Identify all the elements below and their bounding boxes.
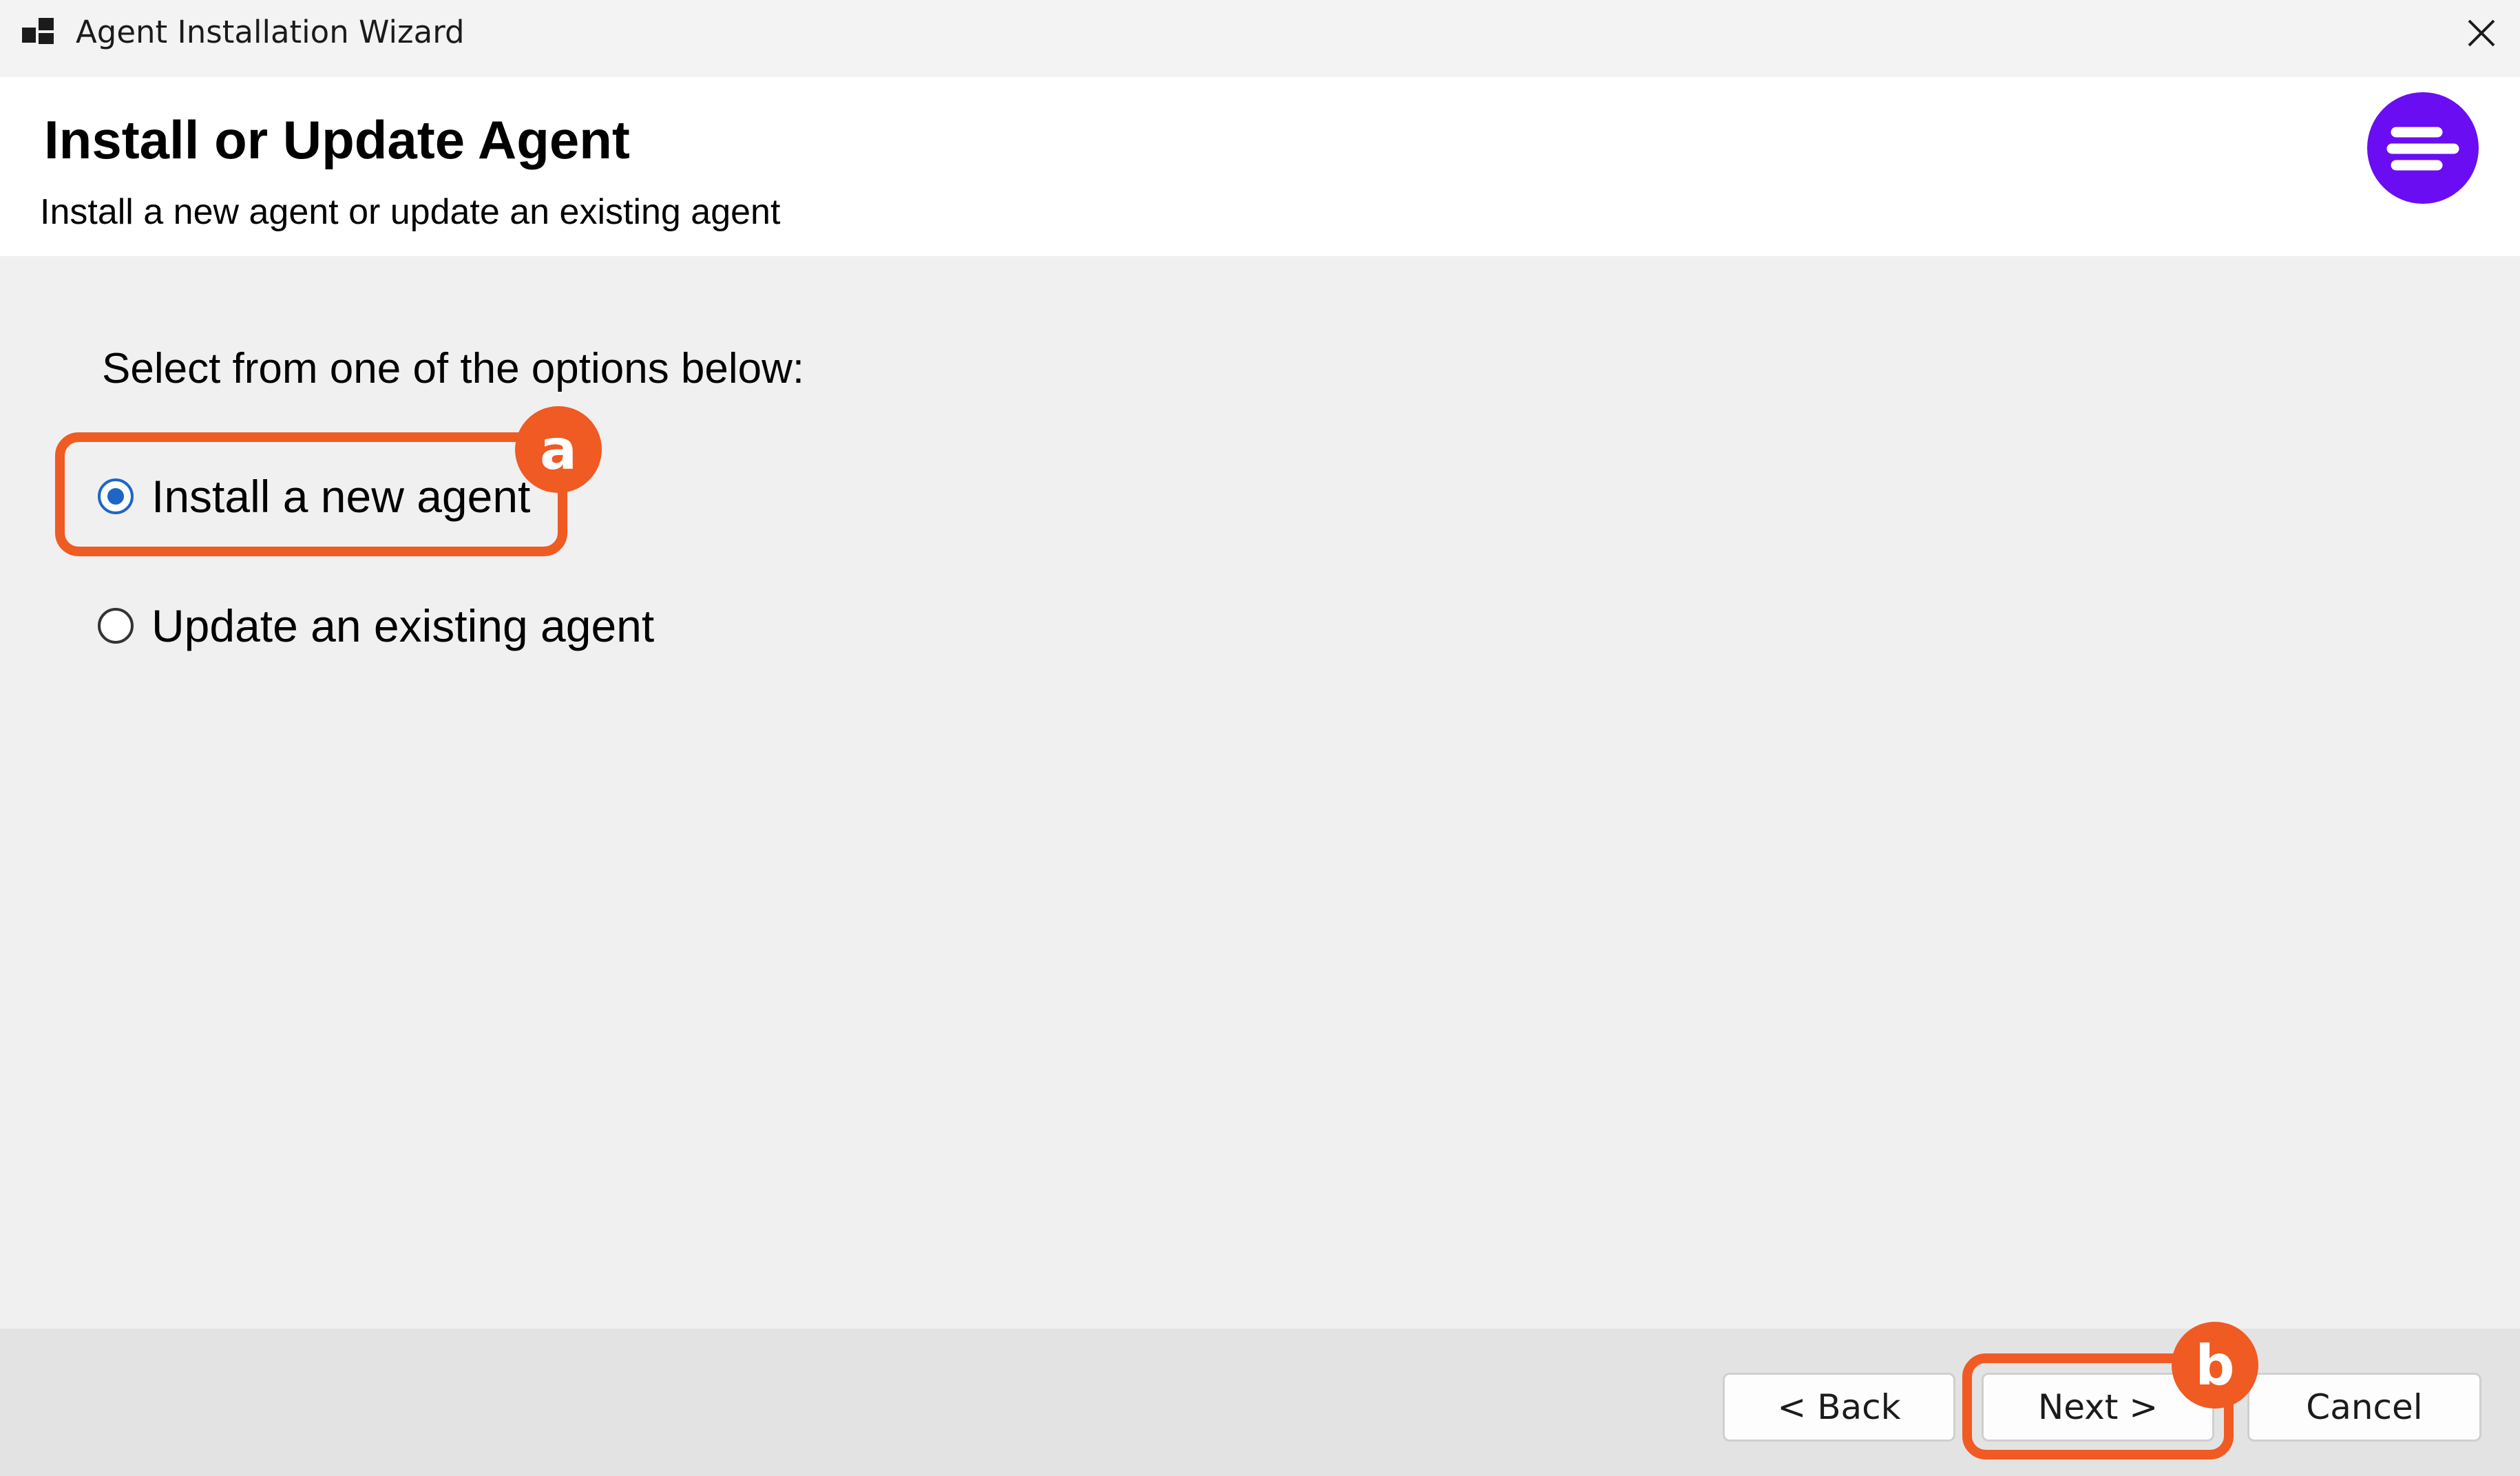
callout-badge-b: b (2172, 1322, 2258, 1409)
close-icon (2466, 18, 2497, 52)
brand-logo (2367, 92, 2479, 204)
cancel-button[interactable]: Cancel (2247, 1373, 2481, 1442)
app-window-icon (22, 18, 55, 48)
page-title: Install or Update Agent (44, 109, 630, 170)
window-title: Agent Installation Wizard (76, 14, 465, 50)
callout-box-a (55, 432, 567, 556)
wizard-window: Agent Installation Wizard Install or Upd… (0, 0, 2520, 1476)
wizard-header: Install or Update Agent Install a new ag… (0, 77, 2520, 256)
close-button[interactable] (2448, 8, 2514, 61)
radio-button[interactable] (98, 608, 134, 644)
title-bar: Agent Installation Wizard (0, 0, 2520, 77)
option-update-existing-agent[interactable]: Update an existing agent (98, 595, 654, 657)
option-label: Update an existing agent (151, 600, 655, 651)
back-button[interactable]: < Back (1723, 1373, 1955, 1442)
page-subtitle: Install a new agent or update an existin… (40, 192, 781, 232)
callout-badge-a: a (515, 406, 602, 493)
options-prompt: Select from one of the options below: (102, 345, 805, 392)
